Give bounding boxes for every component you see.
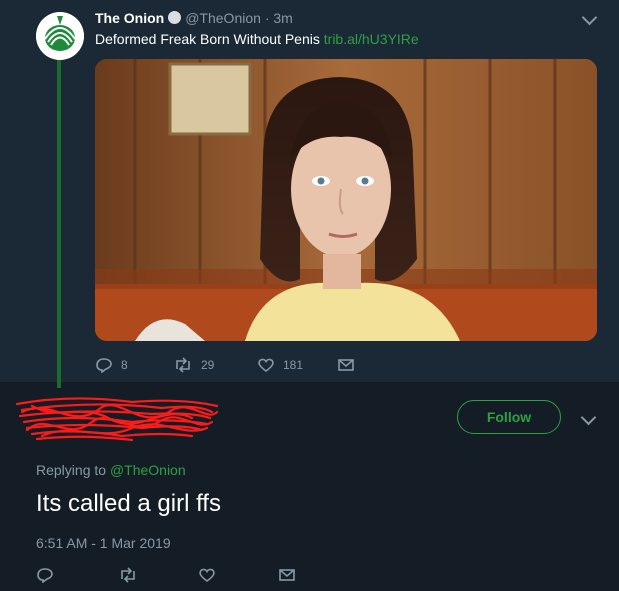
retweet-count: 29 bbox=[201, 358, 215, 372]
message-action[interactable] bbox=[337, 357, 355, 373]
the-onion-avatar[interactable] bbox=[36, 12, 84, 60]
tweet-media-photo[interactable] bbox=[95, 59, 597, 341]
retweet-icon bbox=[176, 357, 190, 373]
replying-to-handle[interactable]: @TheOnion bbox=[110, 462, 186, 478]
like-icon bbox=[258, 358, 274, 372]
message-icon bbox=[279, 569, 295, 581]
reply-tweet-text: Its called a girl ffs bbox=[36, 490, 221, 517]
reply-action[interactable] bbox=[36, 567, 54, 583]
tweet-link[interactable]: trib.al/hU3YIRe bbox=[324, 31, 419, 47]
like-count: 181 bbox=[283, 358, 304, 372]
retweet-action[interactable]: 29 bbox=[173, 357, 214, 373]
reply-icon bbox=[96, 358, 112, 373]
replying-to-line: Replying to @TheOnion bbox=[36, 462, 186, 478]
reply-count: 8 bbox=[121, 358, 128, 372]
message-action[interactable] bbox=[278, 567, 296, 583]
parent-tweet-header: The Onion @TheOnion · 3m bbox=[95, 10, 293, 26]
onion-logo-icon bbox=[36, 12, 84, 60]
tweet-headline: Deformed Freak Born Without Penis bbox=[95, 31, 320, 47]
reply-tweet-actions bbox=[36, 567, 336, 585]
author-handle[interactable]: @TheOnion bbox=[185, 10, 261, 26]
reply-timestamp[interactable]: 6:51 AM - 1 Mar 2019 bbox=[36, 535, 171, 551]
reply-icon bbox=[37, 568, 53, 583]
retweet-icon bbox=[121, 567, 135, 583]
tweet-time[interactable]: 3m bbox=[273, 10, 292, 26]
follow-button[interactable]: Follow bbox=[457, 400, 561, 434]
parent-tweet-text: Deformed Freak Born Without Penis trib.a… bbox=[95, 31, 419, 47]
reply-action[interactable]: 8 bbox=[95, 357, 128, 373]
like-action[interactable]: 181 bbox=[257, 357, 303, 373]
author-name[interactable]: The Onion bbox=[95, 10, 164, 26]
verified-badge-icon bbox=[168, 11, 182, 24]
replying-prefix: Replying to bbox=[36, 462, 107, 478]
parent-tweet-actions: 8 29 181 bbox=[95, 357, 395, 373]
like-action[interactable] bbox=[198, 567, 216, 583]
redaction-scribble-icon bbox=[15, 397, 219, 442]
thread-connector-line bbox=[57, 58, 61, 388]
retweet-action[interactable] bbox=[118, 567, 138, 583]
photo-image bbox=[95, 59, 597, 341]
redacted-username-scribble bbox=[12, 392, 222, 444]
separator-dot: · bbox=[264, 10, 270, 26]
message-icon bbox=[338, 359, 354, 371]
like-icon bbox=[199, 568, 215, 582]
